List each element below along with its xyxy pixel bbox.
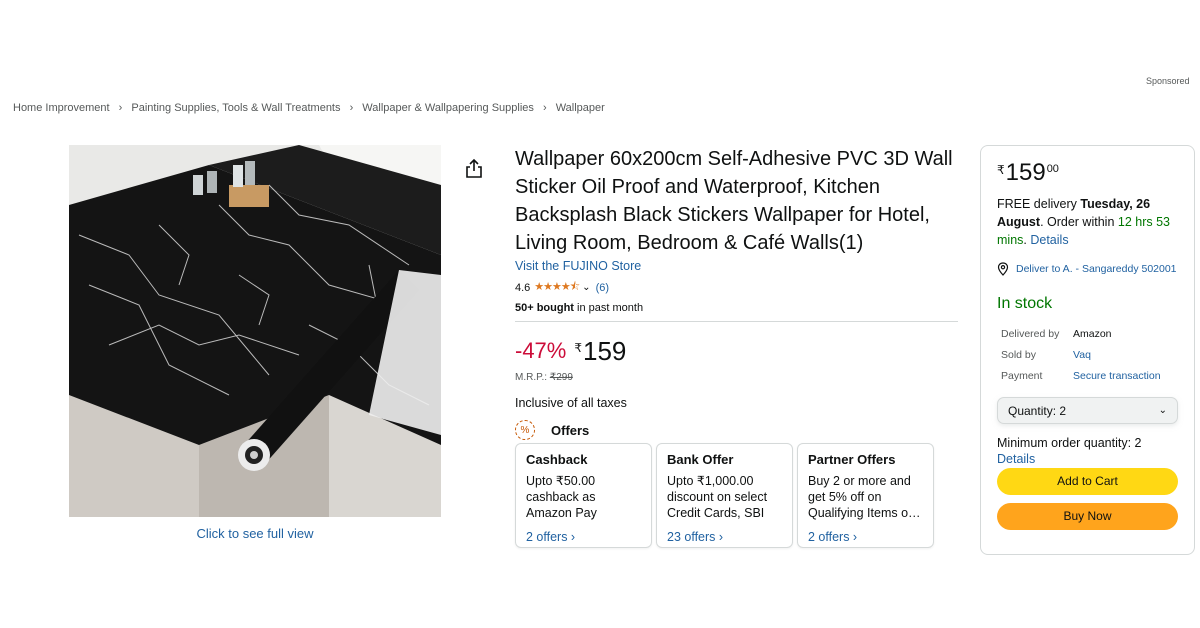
product-details: Wallpaper 60x200cm Self-Adhesive PVC 3D … [515,145,960,440]
product-image[interactable] [69,145,441,517]
divider [515,321,958,322]
currency-symbol: ₹ [574,341,582,355]
chevron-down-icon: ⌄ [1158,405,1167,416]
bought-count-bold: 50+ bought [515,302,574,314]
deliver-to-text[interactable]: Deliver to A. - Sangareddy 502001 [1016,261,1177,277]
mrp-value: ₹299 [549,372,573,383]
delivery-details-link[interactable]: Details [1030,233,1068,247]
location-pin-icon [997,262,1009,276]
sponsored-label: Sponsored [1146,76,1190,86]
offer-card-title: Bank Offer [667,452,734,467]
info-value: Amazon [1073,327,1112,340]
offer-card-title: Cashback [526,452,588,467]
deliver-to-location[interactable]: Deliver to A. - Sangareddy 502001 [997,261,1178,277]
offer-card-description: Buy 2 or more and get 5% off on Qualifyi… [808,474,921,520]
delivery-mid: . Order within [1040,215,1118,229]
offer-cards: Cashback Upto ₹50.00 cashback as Amazon … [515,443,934,548]
quantity-dropdown[interactable]: Quantity: 2 ⌄ [997,397,1178,424]
star-rating-icon[interactable]: ★★★★⯪ [534,278,580,297]
price-amount: 159 [583,336,627,366]
offer-card-title: Partner Offers [808,452,896,467]
offer-card-link[interactable]: 2 offers › [526,530,641,544]
offer-card-partner-offers[interactable]: Partner Offers Buy 2 or more and get 5% … [797,443,934,548]
bought-count: 50+ bought in past month [515,302,960,314]
mrp-label: M.R.P.: [515,372,550,383]
bought-count-rest: in past month [573,302,644,314]
offers-title: Offers [551,422,590,438]
see-full-view-link[interactable]: Click to see full view [69,526,441,541]
discount-percent: -47% [515,338,567,363]
info-row-delivered-by: Delivered by Amazon [997,323,1178,344]
mrp: M.R.P.: ₹299 [515,372,960,383]
delivery-pre: FREE delivery [997,197,1081,211]
info-key: Delivered by [1001,327,1060,340]
info-row-payment: Payment Secure transaction [997,365,1178,386]
buy-box: ₹ 159 00 FREE delivery Tuesday, 26 Augus… [980,145,1195,555]
offer-card-bank-offer[interactable]: Bank Offer Upto ₹1,000.00 discount on se… [656,443,793,548]
breadcrumb-separator: › [118,102,123,114]
offer-card-link[interactable]: 2 offers › [808,530,923,544]
info-key: Sold by [1001,348,1037,361]
price: ₹ 159 [574,338,626,364]
offer-card-link[interactable]: 23 offers › [667,530,782,544]
info-row-sold-by: Sold by Vaq [997,344,1178,365]
buybox-price-fraction: 00 [1046,163,1059,175]
buybox-price-whole: 159 [1005,159,1046,186]
tax-note: Inclusive of all taxes [515,396,627,410]
breadcrumb-home-improvement[interactable]: Home Improvement [13,102,110,114]
offers-percent-icon: % [515,420,535,440]
breadcrumb-separator: › [349,102,354,114]
offers-header: % Offers [515,420,960,440]
product-title: Wallpaper 60x200cm Self-Adhesive PVC 3D … [515,148,953,254]
buybox-price: ₹ 159 00 [997,160,1178,186]
breadcrumb: Home Improvement › Painting Supplies, To… [13,102,605,114]
offer-card-description: Upto ₹50.00 cashback as Amazon Pay Balan… [526,474,597,520]
price-row: -47% ₹ 159 [515,338,960,364]
min-order-details-link[interactable]: Details [997,452,1178,466]
offer-card-cashback[interactable]: Cashback Upto ₹50.00 cashback as Amazon … [515,443,652,548]
stock-status: In stock [997,295,1053,312]
share-icon[interactable] [464,158,484,180]
breadcrumb-wallpaper[interactable]: Wallpaper [556,102,605,114]
seller-link[interactable]: Vaq [1073,349,1091,361]
info-key: Payment [1001,369,1043,382]
rating-value: 4.6 [515,281,531,294]
chevron-down-icon[interactable]: ⌄ [582,282,590,293]
currency-symbol: ₹ [997,163,1005,177]
breadcrumb-wallpapering-supplies[interactable]: Wallpaper & Wallpapering Supplies [362,102,534,114]
delivery-info: FREE delivery Tuesday, 26 August. Order … [997,195,1178,249]
breadcrumb-separator: › [542,102,547,114]
secure-transaction-link[interactable]: Secure transaction [1073,370,1161,382]
quantity-label: Quantity: 2 [1008,403,1067,418]
fulfillment-info: Delivered by Amazon Sold by Vaq Payment … [997,323,1178,386]
add-to-cart-button[interactable]: Add to Cart [997,468,1178,495]
offer-card-description: Upto ₹1,000.00 discount on select Credit… [667,474,768,520]
min-order-quantity: Minimum order quantity: 2 [997,436,1142,450]
buy-now-button[interactable]: Buy Now [997,503,1178,530]
store-link[interactable]: Visit the FUJINO Store [515,259,960,273]
rating-row[interactable]: 4.6 ★★★★⯪ ⌄ (6) [515,278,960,297]
product-photo [69,145,441,517]
breadcrumb-painting-supplies[interactable]: Painting Supplies, Tools & Wall Treatmen… [131,102,340,114]
rating-count-link[interactable]: (6) [596,282,609,294]
